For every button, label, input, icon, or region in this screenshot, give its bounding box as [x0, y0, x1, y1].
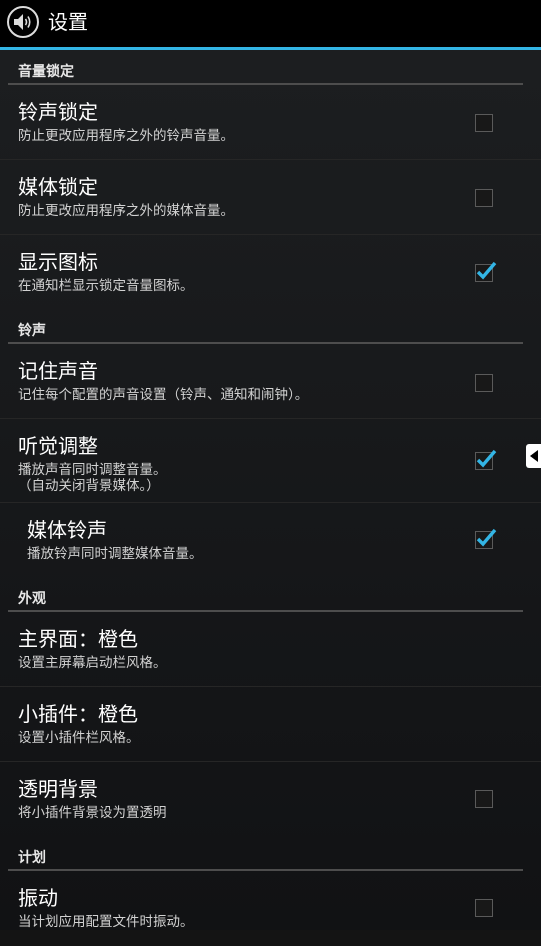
pref-summary: 设置小插件栏风格。	[18, 730, 140, 746]
section-header-label: 音量锁定	[18, 64, 74, 80]
pref-summary: 防止更改应用程序之外的铃声音量。	[18, 128, 234, 144]
section-header-schedule: 计划	[8, 837, 523, 871]
pref-title: 小插件：橙色	[18, 702, 138, 726]
pref-title: 听觉调整	[18, 434, 98, 458]
pref-media-lock[interactable]: 媒体锁定 防止更改应用程序之外的媒体音量。	[0, 160, 541, 235]
pref-summary: 播放声音同时调整音量。 （自动关闭背景媒体。）	[18, 462, 167, 494]
pref-vibrate[interactable]: 振动 当计划应用配置文件时振动。	[0, 871, 541, 946]
pref-summary: 记住每个配置的声音设置（铃声、通知和闹钟）。	[18, 387, 309, 403]
settings-list[interactable]: 音量锁定 铃声锁定 防止更改应用程序之外的铃声音量。 媒体锁定 防止更改应用程序…	[0, 51, 541, 946]
checkmark-icon	[476, 261, 497, 280]
section-header-label: 外观	[18, 591, 46, 607]
pref-media-ringtone[interactable]: 媒体铃声 播放铃声同时调整媒体音量。	[0, 503, 541, 578]
action-bar-divider	[0, 47, 541, 50]
pref-summary: 播放铃声同时调整媒体音量。	[27, 546, 203, 562]
pref-summary: 防止更改应用程序之外的媒体音量。	[18, 203, 234, 219]
listen-adjust-checkbox[interactable]	[475, 449, 497, 470]
pref-title: 铃声锁定	[18, 100, 98, 124]
pref-ringer-lock[interactable]: 铃声锁定 防止更改应用程序之外的铃声音量。	[0, 85, 541, 160]
show-icon-checkbox[interactable]	[475, 261, 497, 282]
volume-icon[interactable]	[7, 6, 39, 38]
pref-home-theme[interactable]: 主界面：橙色 设置主屏幕启动栏风格。	[0, 612, 541, 687]
pref-listen-adjust[interactable]: 听觉调整 播放声音同时调整音量。 （自动关闭背景媒体。）	[0, 419, 541, 503]
pref-title: 显示图标	[18, 250, 98, 274]
action-bar: 设置	[0, 0, 541, 50]
arrow-left-icon	[530, 450, 538, 462]
section-header-appearance: 外观	[8, 578, 523, 612]
pref-summary: 当计划应用配置文件时振动。	[18, 914, 194, 930]
pref-widget-theme[interactable]: 小插件：橙色 设置小插件栏风格。	[0, 687, 541, 762]
section-header-label: 铃声	[18, 323, 46, 339]
pref-title: 透明背景	[18, 777, 98, 801]
pref-remember-sound[interactable]: 记住声音 记住每个配置的声音设置（铃声、通知和闹钟）。	[0, 344, 541, 419]
remember-sound-checkbox[interactable]	[475, 374, 493, 392]
pref-title: 振动	[18, 886, 58, 910]
media-lock-checkbox[interactable]	[475, 189, 493, 207]
pref-transparent-bg[interactable]: 透明背景 将小插件背景设为置透明	[0, 762, 541, 837]
page-title: 设置	[48, 10, 88, 34]
pref-show-icon[interactable]: 显示图标 在通知栏显示锁定音量图标。	[0, 235, 541, 310]
transparent-bg-checkbox[interactable]	[475, 790, 493, 808]
pref-summary: 在通知栏显示锁定音量图标。	[18, 278, 194, 294]
section-header-label: 计划	[18, 850, 46, 866]
pref-title: 媒体铃声	[27, 518, 107, 542]
section-header-ringtone: 铃声	[8, 310, 523, 344]
media-ringtone-checkbox[interactable]	[475, 528, 497, 549]
checkmark-icon	[476, 449, 497, 468]
pref-summary: 设置主屏幕启动栏风格。	[18, 655, 167, 671]
pref-title: 记住声音	[18, 359, 98, 383]
pref-summary: 将小插件背景设为置透明	[18, 805, 167, 821]
vibrate-checkbox[interactable]	[475, 899, 493, 917]
section-header-volume-lock: 音量锁定	[8, 51, 523, 85]
side-panel-handle[interactable]	[526, 444, 541, 468]
checkmark-icon	[476, 528, 497, 547]
pref-title: 媒体锁定	[18, 175, 98, 199]
pref-title: 主界面：橙色	[18, 627, 138, 651]
ringer-lock-checkbox[interactable]	[475, 114, 493, 132]
